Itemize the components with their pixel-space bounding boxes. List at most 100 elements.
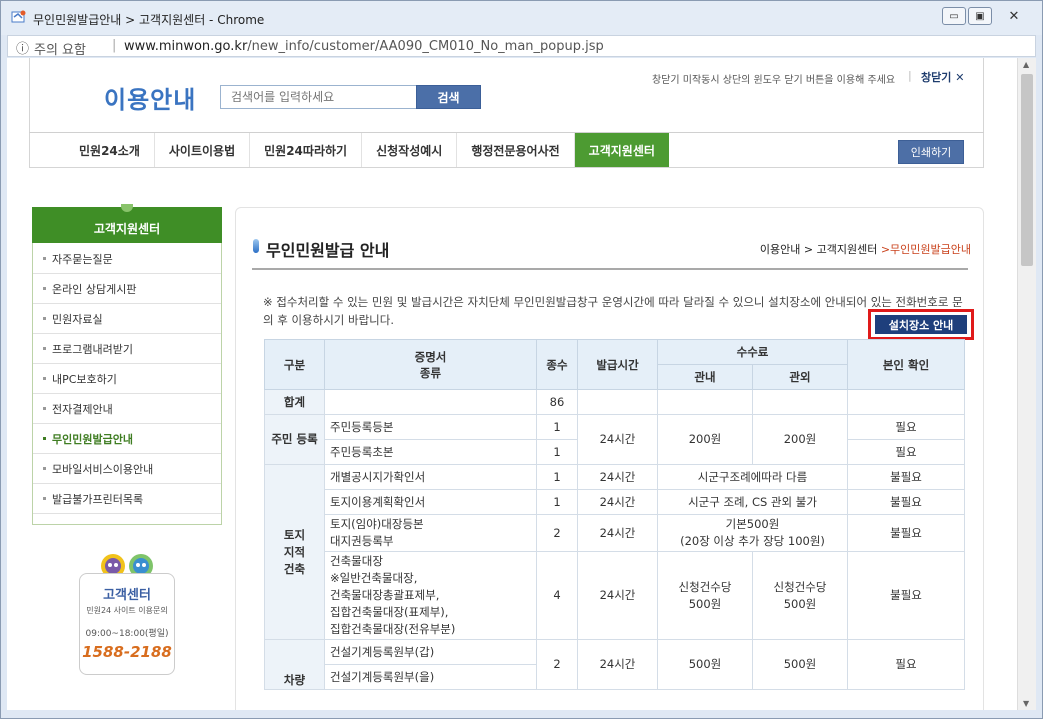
address-divider: | xyxy=(112,38,117,53)
header-document-a: 증명서 xyxy=(414,349,447,364)
fee-out: 신청건수당 500원 xyxy=(752,551,848,640)
row-label-land-3: 건축 xyxy=(283,561,306,576)
content-panel: 무인민원발급 안내 이용안내 > 고객지원센터 >무인민원발급안내 ※ 접수처리… xyxy=(235,207,984,710)
fee-line: 500원 xyxy=(688,596,722,611)
tab-follow-along[interactable]: 민원24따라하기 xyxy=(250,133,363,167)
doc-name: 건설기계등록원부(을) xyxy=(324,664,537,690)
site-logo[interactable]: 이용안내 xyxy=(104,80,196,115)
print-button[interactable]: 인쇄하기 xyxy=(898,140,964,164)
url-host: www.minwon.go.kr xyxy=(124,39,248,54)
close-divider: | xyxy=(908,69,912,82)
doc-name: 주민등록등본 xyxy=(324,414,537,440)
url-path: /new_info/customer/AA090_CM010_No_man_po… xyxy=(247,39,604,54)
scroll-down-icon[interactable]: ▼ xyxy=(1023,699,1029,708)
tab-form-examples[interactable]: 신청작성예시 xyxy=(362,133,458,167)
minimize-icon[interactable]: ▭ xyxy=(942,7,966,25)
sidebar-item-label: 자주묻는질문 xyxy=(52,252,113,266)
title-divider xyxy=(252,268,968,270)
vertical-scrollbar[interactable]: ▲ ▼ xyxy=(1017,58,1036,710)
browser-app-icon xyxy=(11,10,26,23)
sidebar-item-faq[interactable]: 자주묻는질문 xyxy=(33,244,221,274)
close-window-link[interactable]: 창닫기 ✕ xyxy=(921,69,964,85)
bullet-icon xyxy=(43,407,46,410)
security-warning[interactable]: 주의 요함 xyxy=(34,39,86,58)
id-check: 필요 xyxy=(847,414,965,440)
breadcrumb-section[interactable]: 고객지원센터 xyxy=(817,243,881,256)
doc-name: 토지이용계획확인서 xyxy=(324,489,537,515)
page-viewport: 이용안내 검색 창닫기 미작동시 상단의 윈도우 닫기 버튼을 이용해 주세요 … xyxy=(7,58,1017,710)
tab-site-usage[interactable]: 사이트이용법 xyxy=(155,133,251,167)
scroll-up-icon[interactable]: ▲ xyxy=(1023,60,1029,69)
sidebar-title-text: 고객지원센터 xyxy=(93,221,161,236)
doc-line: ※일반건축물대장, xyxy=(330,571,418,585)
issue-hours: 24시간 xyxy=(577,639,658,690)
table-row: 건축물대장 ※일반건축물대장, 건축물대장총괄표제부, 집합건축물대장(표제부), 집합… xyxy=(265,551,965,640)
doc-name: 개별공시지가확인서 xyxy=(324,464,537,490)
fee: 시군구조례에따라 다름 xyxy=(657,464,848,490)
scroll-thumb[interactable] xyxy=(1021,74,1033,266)
sidebar-item-label: 민원자료실 xyxy=(52,312,103,326)
header-hours: 발급시간 xyxy=(577,339,658,390)
doc-count: 1 xyxy=(536,464,578,490)
row-label-land-1: 토지 xyxy=(283,527,306,542)
address-bar[interactable]: ⓘ 주의 요함 | www.minwon.go.kr/new_info/cust… xyxy=(7,35,1036,58)
sidebar-item-payment[interactable]: 전자결제안내 xyxy=(33,394,221,424)
table-row: 토지(임야)대장등본 대지권등록부 2 24시간 기본500원 (20장 이상 추가… xyxy=(265,514,965,552)
doc-count: 2 xyxy=(536,514,578,552)
row-label-total: 합계 xyxy=(264,389,325,415)
bullet-icon xyxy=(43,257,46,260)
sidebar-item-label: 프로그램내려받기 xyxy=(52,342,133,356)
url-text[interactable]: www.minwon.go.kr/new_info/customer/AA090… xyxy=(124,39,604,54)
bullet-icon xyxy=(43,497,46,500)
fee-out: 200원 xyxy=(752,414,848,465)
fee: 시군구 조례, CS 관외 불가 xyxy=(657,489,848,515)
id-check: 불필요 xyxy=(847,551,965,640)
tab-minwon24-intro[interactable]: 민원24소개 xyxy=(29,133,155,167)
search-input[interactable] xyxy=(220,85,416,109)
close-icon[interactable]: ✕ xyxy=(994,7,1034,25)
fee-line: 기본500원 xyxy=(725,517,780,531)
sidebar-item-label: 발급불가프린터목록 xyxy=(52,492,144,506)
bullet-icon xyxy=(43,287,46,290)
doc-line: 대지권등록부 xyxy=(330,534,394,548)
sidebar-item-online-board[interactable]: 온라인 상담게시판 xyxy=(33,274,221,304)
sidebar-item-printers[interactable]: 발급불가프린터목록 xyxy=(33,484,221,514)
issue-hours: 24시간 xyxy=(577,414,658,465)
breadcrumb: 이용안내 > 고객지원센터 >무인민원발급안내 xyxy=(760,241,971,257)
id-check: 필요 xyxy=(847,439,965,465)
search-button[interactable]: 검색 xyxy=(416,85,481,109)
issue-hours: 24시간 xyxy=(577,464,658,490)
tab-glossary[interactable]: 행정전문용어사전 xyxy=(457,133,575,167)
sidebar-item-archive[interactable]: 민원자료실 xyxy=(33,304,221,334)
doc-count: 2 xyxy=(536,639,578,690)
sidebar-item-mobile[interactable]: 모바일서비스이용안내 xyxy=(33,454,221,484)
tab-customer-center[interactable]: 고객지원센터 xyxy=(574,133,669,167)
table-row: 주민 등록 주민등록등본 1 24시간 200원 200원 필요 xyxy=(264,414,965,465)
table-cell xyxy=(657,389,753,415)
notice-text: ※ 접수처리할 수 있는 민원 및 발급시간은 자치단체 무인민원발급창구 운영… xyxy=(263,295,963,327)
title-bar: 무인민원발급안내 > 고객지원센터 - Chrome ▭ ▣ ✕ xyxy=(1,1,1042,35)
location-guide-button[interactable]: 설치장소 안내 xyxy=(875,315,967,334)
window-controls: ▭ ▣ ✕ xyxy=(942,7,1034,25)
sidebar-item-downloads[interactable]: 프로그램내려받기 xyxy=(33,334,221,364)
sidebar-item-pc-protect[interactable]: 내PC보호하기 xyxy=(33,364,221,394)
doc-line: 건축물대장총괄표제부, xyxy=(330,588,440,602)
doc-name: 건설기계등록원부(갑) xyxy=(324,639,537,665)
bullet-icon xyxy=(43,347,46,350)
table-row: 토지이용계획확인서 1 24시간 시군구 조례, CS 관외 불가 불필요 xyxy=(265,489,965,515)
breadcrumb-home[interactable]: 이용안내 > xyxy=(760,243,817,256)
call-center-promo[interactable]: 고객센터 민원24 사이트 이용문의 09:00~18:00(평일) 1588-… xyxy=(79,551,175,679)
sidebar-tab-knob xyxy=(121,204,133,212)
promo-phone: 1588-2188 xyxy=(82,643,172,661)
table-cell xyxy=(752,389,848,415)
header-document: 증명서 종류 xyxy=(324,339,537,390)
sidebar-item-label: 모바일서비스이용안내 xyxy=(52,462,154,476)
sidebar-title: 고객지원센터 xyxy=(32,204,222,243)
doc-line: 집합건축물대장(전유부분) xyxy=(330,622,456,636)
maximize-icon[interactable]: ▣ xyxy=(968,7,992,25)
header-category: 구분 xyxy=(264,339,325,390)
doc-line: 건축물대장 xyxy=(330,554,383,568)
main-nav: 민원24소개 사이트이용법 민원24따라하기 신청작성예시 행정전문용어사전 고… xyxy=(29,132,984,167)
sidebar-item-unmanned[interactable]: 무인민원발급안내 xyxy=(33,424,221,454)
info-icon[interactable]: ⓘ xyxy=(16,38,29,57)
